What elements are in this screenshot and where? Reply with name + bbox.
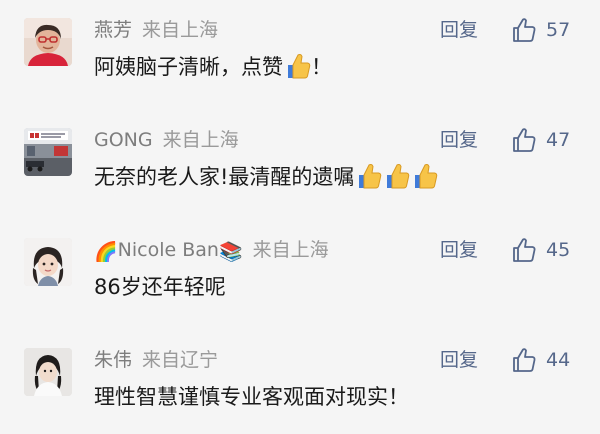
avatar-girl-photo-icon [24,348,72,396]
like-button[interactable]: 57 [512,14,570,46]
avatar[interactable] [24,348,72,396]
avatar[interactable] [24,238,72,286]
like-button[interactable]: 44 [512,344,570,376]
comment-text: 理性智慧谨慎专业客观面对现实！ [94,380,409,414]
avatar[interactable] [24,128,72,176]
author-name[interactable]: Nicole Ban [118,239,219,261]
avatar-street-scene-icon [24,128,72,176]
comment-body: 理性智慧谨慎专业客观面对现实！ [94,385,409,409]
comment-body: 阿姨脑子清晰，点赞 [94,55,283,79]
reply-button[interactable]: 回复 [440,236,478,264]
like-count: 44 [546,349,571,371]
thumbs-up-icon [513,128,536,152]
comment-list: 燕芳 来自上海 回复 57 阿姨脑子清晰，点赞！ GONG 来自上海 回复 47… [0,0,600,426]
comment-text: 阿姨脑子清晰，点赞 ！ [94,50,332,84]
comment-body: 86岁还年轻呢 [94,275,226,299]
thumbs-up-emoji-icon [387,164,410,189]
thumbs-up-emoji-icon [415,164,438,189]
author-name[interactable]: 燕芳 [94,19,132,41]
avatar-cartoon-girl-icon [24,238,72,286]
books-emoji-icon: 📚 [218,241,243,263]
author-location: 来自上海 [142,19,219,41]
author-line: GONG 来自上海 [94,126,239,154]
like-button[interactable]: 47 [512,124,570,156]
comment-item: 朱伟 来自辽宁 回复 44 理性智慧谨慎专业客观面对现实！ [0,334,600,434]
thumbs-up-icon [513,18,536,42]
author-line: 朱伟 来自辽宁 [94,346,218,374]
thumbs-up-icon [513,348,536,372]
reply-button[interactable]: 回复 [440,126,478,154]
like-button[interactable]: 45 [512,234,570,266]
author-name[interactable]: 朱伟 [94,349,132,371]
comment-item: 燕芳 来自上海 回复 57 阿姨脑子清晰，点赞 ！ [0,4,600,104]
avatar[interactable] [24,18,72,66]
thumbs-up-icon [513,238,536,262]
comment-item: GONG 来自上海 回复 47 无奈的老人家!最清醒的遗嘱 [0,114,600,214]
comment-body: 无奈的老人家!最清醒的遗嘱 [94,165,355,189]
comment-item: 🌈Nicole Ban📚 来自上海 回复 45 86岁还年轻呢 [0,224,600,324]
thumbs-up-emoji-icon [288,54,311,79]
like-count: 57 [546,19,571,41]
avatar-woman-glasses-red-icon [24,18,72,66]
author-location: 来自上海 [252,239,329,261]
like-count: 47 [546,129,571,151]
comment-text: 86岁还年轻呢 [94,270,226,304]
reply-button[interactable]: 回复 [440,16,478,44]
author-location: 来自上海 [162,129,239,151]
comment-suffix: ！ [311,55,332,79]
like-count: 45 [546,239,571,261]
author-line: 燕芳 来自上海 [94,16,218,44]
thumbs-up-emoji-icon [359,164,382,189]
rainbow-emoji-icon: 🌈 [94,241,118,263]
author-name[interactable]: GONG [94,129,153,151]
author-line: 🌈Nicole Ban📚 来自上海 [94,236,329,266]
comment-text: 无奈的老人家!最清醒的遗嘱 [94,160,438,194]
reply-button[interactable]: 回复 [440,346,478,374]
author-location: 来自辽宁 [142,349,219,371]
